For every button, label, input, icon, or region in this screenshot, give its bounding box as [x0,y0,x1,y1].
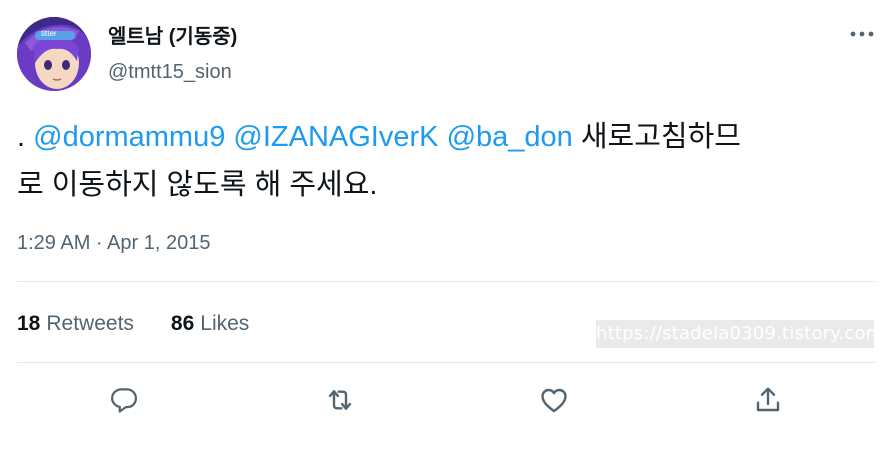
likes-count: 86 [170,312,195,335]
share-icon [756,387,780,412]
likes-stat[interactable]: 86 Likes [171,310,249,338]
retweets-count: 18 [17,312,41,335]
more-horizontal-icon [850,31,874,37]
avatar[interactable]: titter [17,17,91,91]
retweets-stat[interactable]: 18 Retweets [17,310,134,338]
heart-icon [541,388,567,413]
tweet-text-line2: 로 이동하지 않도록 해 주세요. [17,169,378,201]
tweet-text: . @dormammu9 @IZANAGIverK @ba_don 새로고침하므… [17,113,875,209]
engagement-stats: 18 Retweets 86 Likes [17,310,249,338]
mention-link[interactable]: @dormammu9 [33,121,225,153]
watermark: https://stadela0309.tistory.com [596,320,883,348]
more-options-button[interactable] [846,22,878,46]
retweet-button[interactable] [320,380,360,420]
likes-label: Likes [200,312,250,335]
share-button[interactable] [748,380,788,420]
divider [17,281,875,282]
avatar-tag: titter [41,29,57,38]
mention-link[interactable]: @ba_don [447,121,573,153]
reply-button[interactable] [104,380,144,420]
divider [17,362,875,363]
tweet-text-line1: 새로고침하므 [580,121,741,153]
author-handle[interactable]: @tmtt15_sion [108,60,232,84]
retweet-icon [328,390,352,410]
like-button[interactable] [534,380,574,420]
author-display-name[interactable]: 엘트남 (기동중) [108,24,237,50]
reply-icon [111,388,137,413]
tweet-lead: . [17,121,34,153]
retweets-label: Retweets [46,312,134,335]
mention-link[interactable]: @IZANAGIverK [233,121,438,153]
tweet-timestamp[interactable]: 1:29 AM · Apr 1, 2015 [17,230,210,256]
